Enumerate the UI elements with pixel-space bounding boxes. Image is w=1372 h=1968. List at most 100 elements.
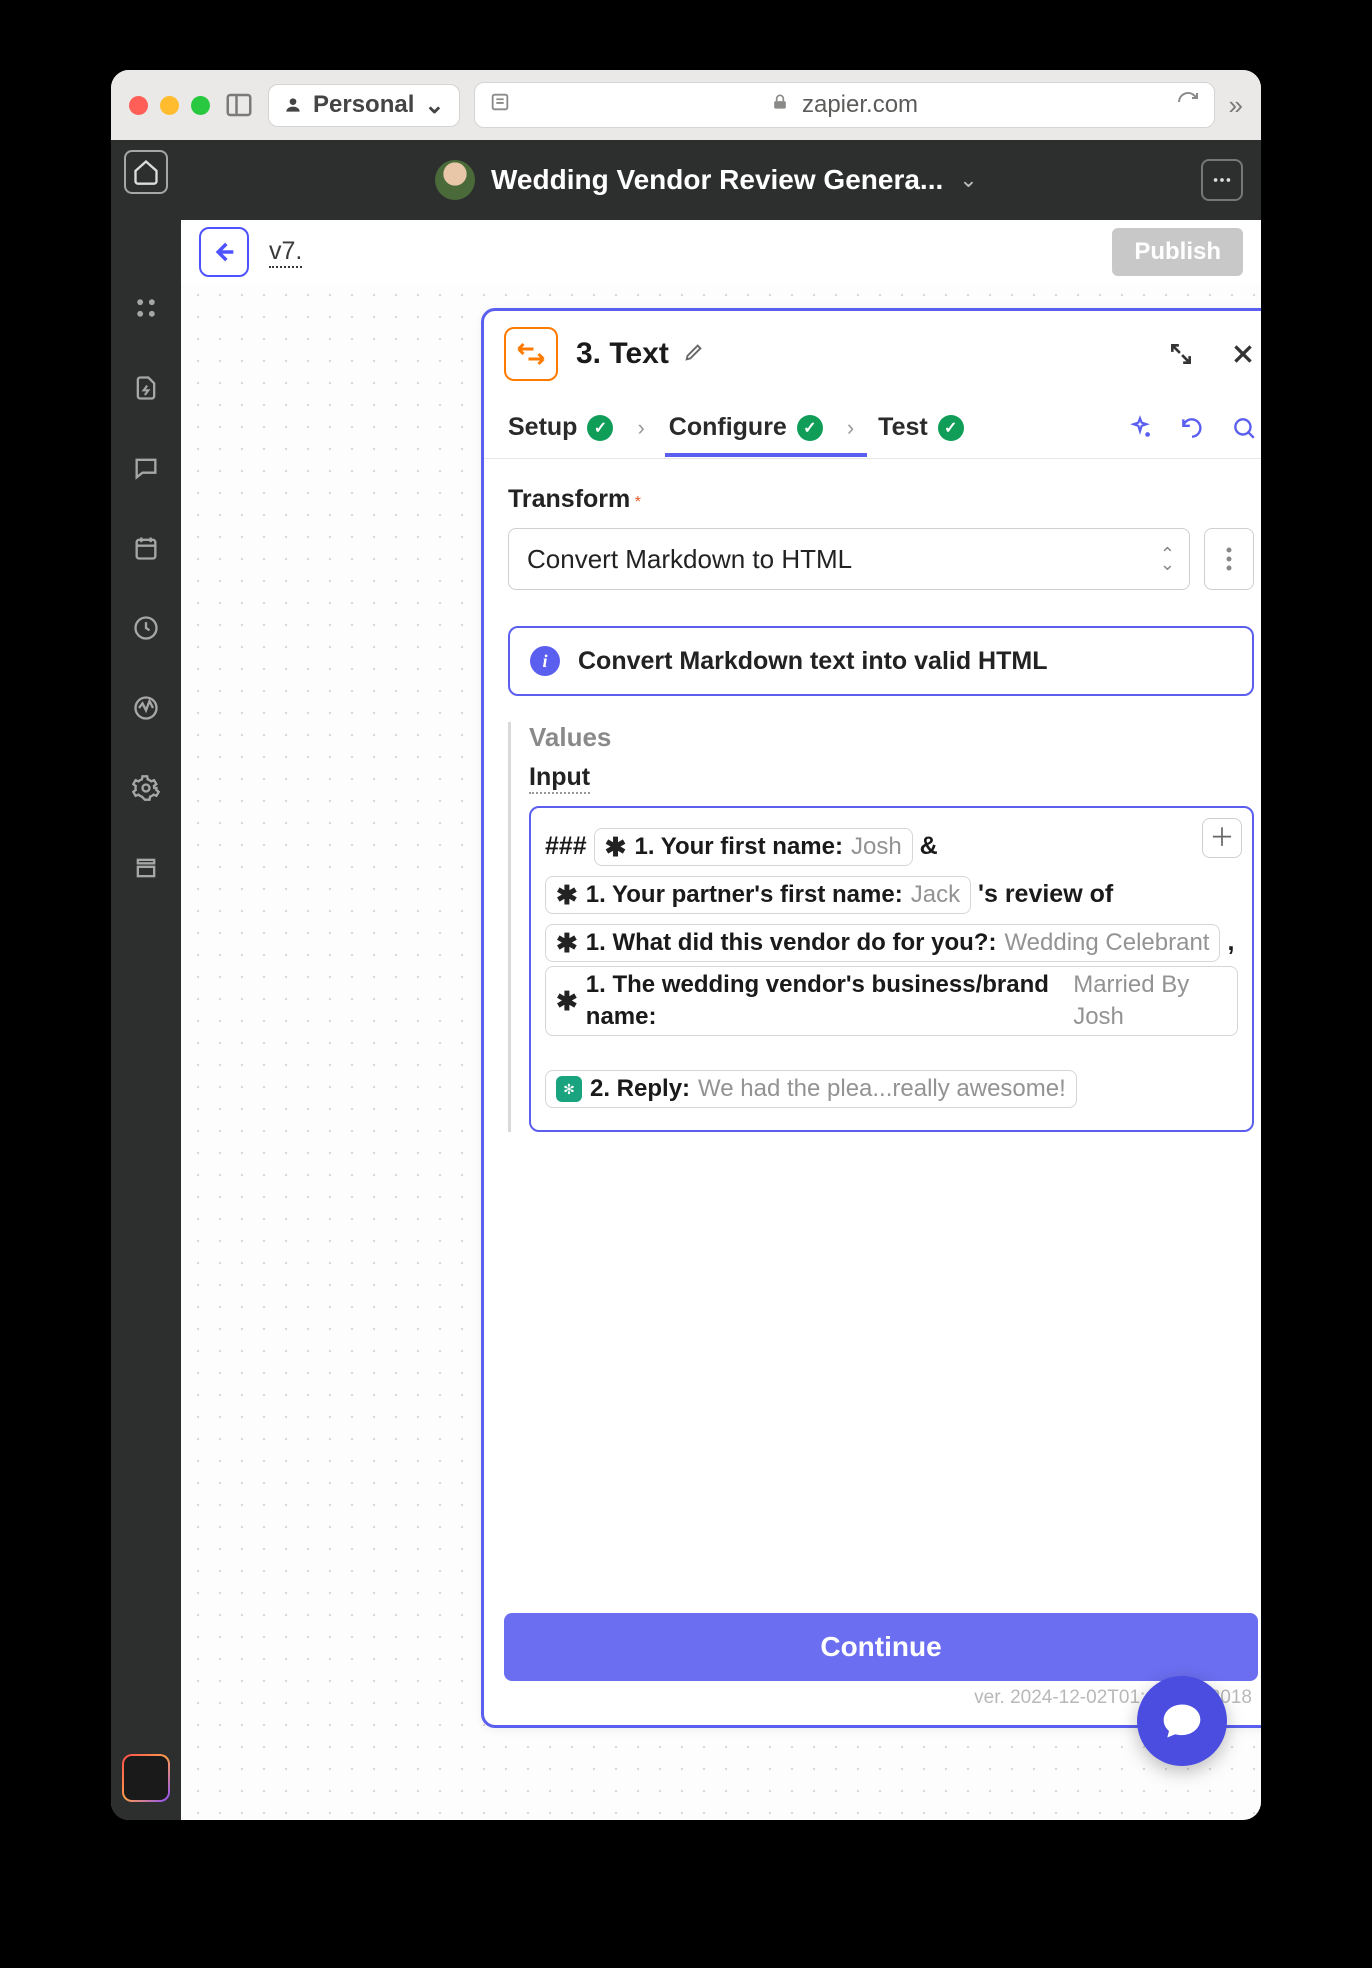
undo-icon[interactable] [1178,414,1206,442]
close-icon[interactable] [1228,339,1258,369]
zap-topbar: Wedding Vendor Review Genera... ⌄ [181,140,1261,220]
openai-icon: ✻ [556,1076,582,1102]
chevron-down-icon[interactable]: ⌄ [959,167,977,193]
sidebar-toggle-icon[interactable] [224,90,254,120]
values-label: Values [529,722,1254,753]
chevron-right-icon: › [847,415,854,441]
raw-text: ### [545,832,587,860]
transform-field: Transform * Convert Markdown to HTML ⌃⌄ [508,485,1254,590]
pill-vendor-role[interactable]: ✱ 1. What did this vendor do for you?: W… [545,924,1220,962]
file-bolt-icon[interactable] [124,366,168,410]
input-editor[interactable]: ＋ ### ✱ 1. Your first name: Josh & [529,806,1254,1132]
profile-selector[interactable]: Personal ⌄ [268,84,460,127]
tab-actions [1126,414,1258,442]
titlebar: Personal ⌄ zapier.com » [111,70,1261,140]
url-text: zapier.com [802,91,918,119]
more-menu-button[interactable] [1201,159,1243,201]
pill-key: 1. Your first name: [634,831,843,863]
app-body: Wedding Vendor Review Genera... ⌄ v7. Pu… [111,140,1261,1820]
step-number: 3. [576,337,601,370]
avatar [435,160,475,200]
canvas-wrap: v7. Publish 3. Text [181,220,1261,1820]
sparkle-icon[interactable] [1126,414,1154,442]
activity-icon[interactable] [124,686,168,730]
window-controls [129,96,210,115]
fullscreen-window-icon[interactable] [191,96,210,115]
info-text: Convert Markdown text into valid HTML [578,647,1047,676]
layers-icon[interactable] [124,846,168,890]
url-bar[interactable]: zapier.com [474,82,1215,128]
comment-icon[interactable] [124,446,168,490]
step-card: 3. Text [481,308,1261,1728]
tab-setup-label: Setup [508,413,577,442]
info-icon: i [530,646,560,676]
search-icon[interactable] [1230,414,1258,442]
clock-icon[interactable] [124,606,168,650]
step-title[interactable]: 3. Text [576,337,705,371]
tab-test-label: Test [878,413,928,442]
pill-value: Jack [911,879,960,911]
home-icon[interactable] [124,150,168,194]
raw-text: & [920,832,938,860]
reload-icon[interactable] [1176,90,1200,121]
version-link[interactable]: v7. [269,237,302,268]
check-icon: ✓ [938,415,964,441]
input-label: Input [529,763,590,794]
pill-key: 1. What did this vendor do for you?: [586,927,997,959]
browser-window: Personal ⌄ zapier.com » [111,70,1261,1820]
pill-value: We had the plea...really awesome! [698,1073,1066,1105]
raw-text: 's review of [978,880,1113,908]
step-body: Transform * Convert Markdown to HTML ⌃⌄ [484,459,1261,1142]
pill-partner-name[interactable]: ✱ 1. Your partner's first name: Jack [545,876,971,914]
tab-setup[interactable]: Setup ✓ [504,399,617,456]
formatter-app-icon [504,327,558,381]
pill-reply[interactable]: ✻ 2. Reply: We had the plea...really awe… [545,1070,1077,1108]
tab-configure[interactable]: Configure ✓ [665,399,827,456]
star-icon: ✱ [556,879,578,911]
info-box: i Convert Markdown text into valid HTML [508,626,1254,696]
continue-button[interactable]: Continue [504,1613,1258,1681]
gear-icon[interactable] [124,766,168,810]
ai-assistant-icon[interactable] [122,1754,170,1802]
values-section: Values Input ＋ ### ✱ 1. Your first name:… [508,722,1254,1132]
field-options-button[interactable] [1204,528,1254,590]
publish-button[interactable]: Publish [1112,228,1243,276]
profile-name: Personal [313,91,414,119]
pill-value: Wedding Celebrant [1004,927,1209,959]
calendar-icon[interactable] [124,526,168,570]
step-card-header: 3. Text [484,311,1261,397]
star-icon: ✱ [556,927,578,959]
step-tabs: Setup ✓ › Configure ✓ › Test ✓ [484,397,1261,459]
check-icon: ✓ [587,415,613,441]
tab-test[interactable]: Test ✓ [874,399,968,456]
pill-key: 1. Your partner's first name: [586,879,903,911]
zap-title[interactable]: Wedding Vendor Review Genera... [491,164,943,196]
grid-icon[interactable] [124,286,168,330]
back-button[interactable] [199,227,249,277]
close-window-icon[interactable] [129,96,148,115]
pill-brand-name[interactable]: ✱ 1. The wedding vendor's business/brand… [545,966,1238,1036]
chat-fab[interactable] [1137,1676,1227,1766]
star-icon: ✱ [605,831,627,863]
canvas-header: v7. Publish [181,220,1261,284]
add-value-button[interactable]: ＋ [1202,818,1242,858]
chevron-right-icon: › [637,415,644,441]
overflow-icon[interactable]: » [1229,90,1243,121]
transform-value: Convert Markdown to HTML [527,544,852,575]
expand-icon[interactable] [1166,339,1196,369]
pill-key: 1. The wedding vendor's business/brand n… [586,969,1065,1033]
left-rail [111,140,181,1820]
editor-canvas[interactable]: v7. Publish 3. Text [181,220,1261,1820]
transform-select[interactable]: Convert Markdown to HTML ⌃⌄ [508,528,1190,590]
pencil-icon[interactable] [683,337,705,370]
tab-configure-label: Configure [669,413,787,442]
step-name: Text [609,337,668,370]
minimize-window-icon[interactable] [160,96,179,115]
main-column: Wedding Vendor Review Genera... ⌄ v7. Pu… [181,140,1261,1820]
reader-mode-icon[interactable] [489,91,511,120]
raw-text: , [1227,928,1234,956]
check-icon: ✓ [797,415,823,441]
pill-value: Josh [851,831,902,863]
updown-icon: ⌃⌄ [1160,549,1175,569]
pill-first-name[interactable]: ✱ 1. Your first name: Josh [594,828,913,866]
